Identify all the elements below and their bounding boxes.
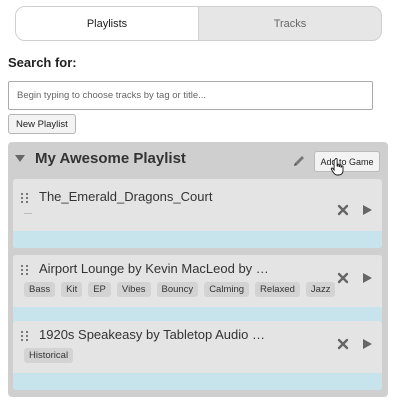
drag-handle-icon[interactable] <box>21 331 29 341</box>
divider <box>24 213 32 214</box>
progress-strip <box>13 373 382 390</box>
tab-bar: Playlists Tracks <box>15 6 382 41</box>
play-icon[interactable] <box>360 337 374 351</box>
pencil-icon[interactable] <box>292 154 306 168</box>
track-title: Airport Lounge by Kevin MacLeod by … <box>39 261 269 276</box>
close-icon[interactable] <box>336 203 350 217</box>
tag[interactable]: Kit <box>61 282 83 297</box>
tag[interactable]: Bass <box>24 282 56 297</box>
drag-handle-icon[interactable] <box>21 193 29 203</box>
tag[interactable]: Vibes <box>116 282 151 297</box>
search-input[interactable] <box>8 81 373 110</box>
progress-strip <box>13 231 382 248</box>
tag[interactable]: Historical <box>24 348 74 363</box>
play-icon[interactable] <box>360 203 374 217</box>
track-item[interactable]: Airport Lounge by Kevin MacLeod by … Bas… <box>13 255 382 324</box>
drag-handle-icon[interactable] <box>21 265 29 275</box>
track-title: 1920s Speakeasy by Tabletop Audio … <box>39 327 265 342</box>
playlist-panel: My Awesome Playlist Add to Game The_Emer… <box>8 142 388 397</box>
tag-list: Bass Kit EP Vibes Bouncy Calming Relaxed… <box>24 282 336 297</box>
play-icon[interactable] <box>360 271 374 285</box>
caret-down-icon[interactable] <box>15 155 25 162</box>
close-icon[interactable] <box>336 337 350 351</box>
search-label: Search for: <box>8 55 77 70</box>
tab-tracks[interactable]: Tracks <box>199 7 381 40</box>
tag[interactable]: Bouncy <box>156 282 199 297</box>
tag[interactable]: EP <box>88 282 111 297</box>
tag[interactable]: Jazz <box>305 282 336 297</box>
tag-list: Historical <box>24 348 74 363</box>
tab-playlists[interactable]: Playlists <box>16 7 199 40</box>
hand-pointer-icon <box>330 158 344 176</box>
tag[interactable]: Relaxed <box>255 282 300 297</box>
add-to-game-button[interactable]: Add to Game <box>314 151 380 172</box>
playlist-title: My Awesome Playlist <box>35 150 186 167</box>
track-item[interactable]: 1920s Speakeasy by Tabletop Audio … Hist… <box>13 321 382 390</box>
track-item[interactable]: The_Emerald_Dragons_Court <box>13 179 382 248</box>
tag[interactable]: Calming <box>204 282 250 297</box>
track-title: The_Emerald_Dragons_Court <box>39 189 213 204</box>
close-icon[interactable] <box>336 271 350 285</box>
new-playlist-button[interactable]: New Playlist <box>8 114 76 134</box>
